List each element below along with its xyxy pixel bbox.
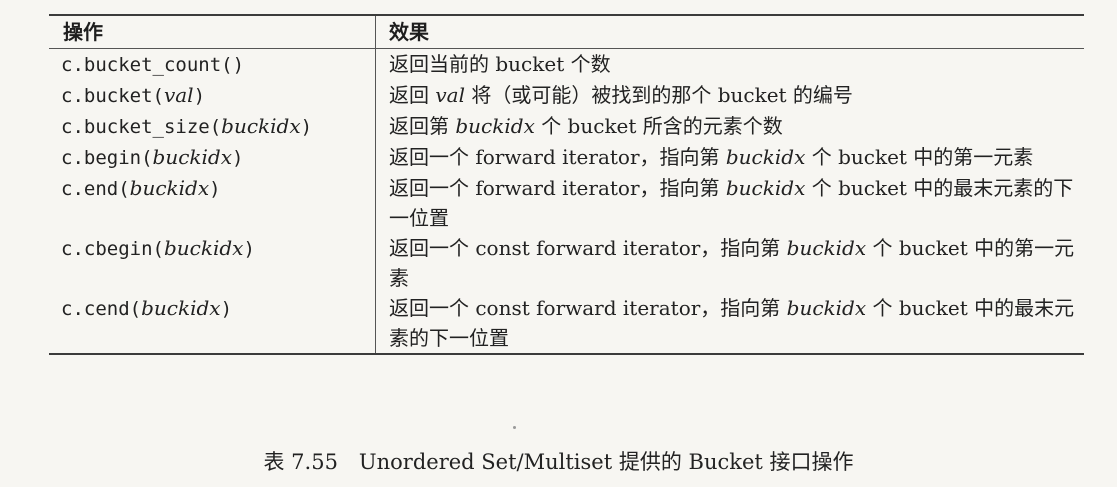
- operation-argument: buckidx: [152, 145, 232, 169]
- operation-cell: c.bucket_size(buckidx): [49, 111, 376, 142]
- effect-italic-term: buckidx: [786, 236, 867, 260]
- operation-code: c.end(: [61, 178, 130, 200]
- operation-cell: c.bucket_count(): [49, 49, 376, 80]
- effect-cell: 返回一个 const forward iterator，指向第 buckidx …: [376, 233, 1084, 293]
- table-row: c.bucket_size(buckidx) 返回第 buckidx 个 buck…: [49, 111, 1084, 142]
- operation-code-close: ): [232, 147, 244, 169]
- header-effect: 效果: [389, 20, 429, 44]
- effect-cell: 返回第 buckidx 个 bucket 所含的元素个数: [376, 111, 1084, 142]
- operation-code: c.bucket_count(): [61, 54, 245, 76]
- effect-italic-term: val: [435, 83, 465, 107]
- table-header-row: 操作 效果: [49, 16, 1084, 48]
- operation-code-close: ): [220, 298, 233, 320]
- effect-text: 返回一个 forward iterator，指向第: [389, 145, 726, 169]
- operation-code: c.cbegin(: [61, 238, 164, 260]
- effect-text: 返回: [389, 83, 436, 107]
- effect-italic-term: buckidx: [725, 145, 806, 169]
- effect-italic-term: buckidx: [725, 176, 806, 200]
- book-page: 操作 效果 c.bucket_count() 返回当前的 bucket 个数 c.b…: [0, 0, 1117, 487]
- operation-cell: c.end(buckidx): [49, 173, 376, 233]
- operation-argument: buckidx: [163, 236, 244, 260]
- table-row: c.end(buckidx) 返回一个 forward iterator，指向第 …: [49, 173, 1084, 233]
- table-caption: 表 7.55 Unordered Set/Multiset 提供的 Bucket…: [263, 450, 854, 474]
- operation-argument: val: [163, 83, 194, 107]
- table-row: c.bucket_count() 返回当前的 bucket 个数: [49, 49, 1084, 80]
- effect-italic-term: buckidx: [786, 296, 867, 320]
- operation-code-close: ): [243, 238, 255, 260]
- operation-code-close: ): [209, 178, 221, 200]
- effect-cell: 返回 val 将（或可能）被找到的那个 bucket 的编号: [376, 80, 1084, 111]
- page-speck: [513, 426, 516, 429]
- operation-cell: c.begin(buckidx): [49, 142, 376, 173]
- table-row: c.begin(buckidx) 返回一个 forward iterator，指向…: [49, 142, 1084, 173]
- effect-italic-term: buckidx: [455, 114, 535, 138]
- effect-text: 个 bucket 所含的元素个数: [534, 114, 783, 138]
- effect-text: 返回当前的 bucket 个数: [389, 52, 611, 76]
- operation-cell: c.bucket(val): [49, 80, 376, 111]
- operation-argument: buckidx: [129, 176, 210, 200]
- operation-code: c.cend(: [61, 298, 142, 320]
- effect-text: 返回一个 const forward iterator，指向第: [389, 296, 787, 320]
- operation-cell: c.cbegin(buckidx): [49, 233, 376, 293]
- operation-code: c.begin(: [61, 147, 153, 169]
- header-operation: 操作: [49, 16, 376, 48]
- operation-code-close: ): [300, 116, 313, 138]
- operation-code: c.bucket(: [61, 85, 164, 107]
- table-body: c.bucket_count() 返回当前的 bucket 个数 c.bucket(…: [49, 49, 1084, 353]
- effect-text: 返回一个 const forward iterator，指向第: [389, 236, 787, 260]
- effect-cell: 返回一个 forward iterator，指向第 buckidx 个 buck…: [376, 173, 1084, 233]
- table-row: c.bucket(val) 返回 val 将（或可能）被找到的那个 bucket …: [49, 80, 1084, 111]
- bucket-interface-table: 操作 效果 c.bucket_count() 返回当前的 bucket 个数 c.b…: [49, 14, 1084, 355]
- table-row: c.cend(buckidx) 返回一个 const forward iterat…: [49, 293, 1084, 353]
- effect-text: 个 bucket 中的第一元素: [805, 145, 1034, 169]
- effect-cell: 返回一个 const forward iterator，指向第 buckidx …: [376, 293, 1084, 353]
- operation-code-close: ): [193, 85, 206, 107]
- effect-text: 返回第: [389, 114, 456, 138]
- operation-cell: c.cend(buckidx): [49, 293, 376, 353]
- effect-text: 返回一个 forward iterator，指向第: [389, 176, 726, 200]
- table-row: c.cbegin(buckidx) 返回一个 const forward iter…: [49, 233, 1084, 293]
- effect-cell: 返回一个 forward iterator，指向第 buckidx 个 buck…: [376, 142, 1084, 173]
- table-bottom-rule: [49, 353, 1084, 355]
- effect-text: 将（或可能）被找到的那个 bucket 的编号: [464, 83, 853, 107]
- operation-code: c.bucket_size(: [61, 116, 222, 138]
- operation-argument: buckidx: [141, 296, 221, 320]
- operation-argument: buckidx: [221, 114, 301, 138]
- effect-cell: 返回当前的 bucket 个数: [376, 49, 1084, 80]
